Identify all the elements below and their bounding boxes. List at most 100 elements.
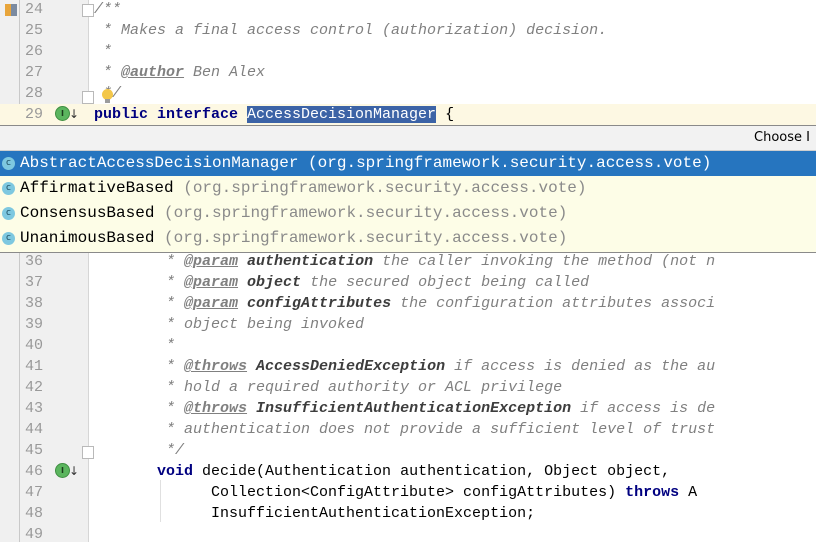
code-token: AccessDeniedException — [256, 358, 446, 375]
class-icon: c — [2, 182, 15, 195]
class-name: AbstractAccessDecisionManager — [20, 154, 299, 172]
code-line[interactable]: 39 * object being invoked — [0, 314, 816, 335]
javadoc-tag: @author — [121, 64, 185, 81]
lightbulb-icon[interactable] — [102, 89, 113, 103]
line-number: 40 — [25, 337, 44, 354]
package-name: (org.springframework.security.access.vot… — [173, 179, 587, 197]
popup-item-label: AbstractAccessDecisionManager (org.sprin… — [20, 151, 711, 176]
popup-title: Choose I — [754, 130, 810, 145]
implemented-marker-icon[interactable]: I — [55, 106, 70, 121]
code-token: the caller invoking the method (not n — [373, 253, 716, 270]
code-token: A — [679, 484, 698, 501]
code-token: authentication — [247, 253, 374, 270]
popup-header: Choose I — [0, 126, 816, 151]
code-token: * — [94, 337, 176, 354]
class-icon: c — [2, 232, 15, 245]
code-text: * authentication does not provide a suff… — [94, 419, 715, 440]
code-token: the secured object being called — [301, 274, 590, 291]
code-line[interactable]: 36 * @param authentication the caller in… — [0, 251, 816, 272]
code-token: Collection<ConfigAttribute> configAttrib… — [94, 484, 626, 501]
keyword: void — [157, 463, 194, 480]
code-token: * authentication does not provide a suff… — [94, 421, 716, 438]
code-line[interactable]: 47 Collection<ConfigAttribute> configAtt… — [0, 482, 816, 503]
javadoc-tag: @throws — [184, 358, 248, 375]
indent-guide — [160, 480, 161, 522]
code-token: * — [94, 64, 122, 81]
line-number: 43 — [25, 400, 44, 417]
code-text: * Makes a final access control (authoriz… — [94, 20, 607, 41]
popup-item-label: UnanimousBased (org.springframework.secu… — [20, 226, 567, 251]
code-token: InsufficientAuthenticationException — [256, 400, 572, 417]
code-token: */ — [94, 442, 185, 459]
code-token: * — [94, 274, 185, 291]
code-text: * object being invoked — [94, 314, 364, 335]
code-token: /** — [94, 1, 122, 18]
popup-item[interactable]: c UnanimousBased (org.springframework.sec… — [0, 226, 816, 251]
class-icon: c — [2, 207, 15, 220]
code-text: * hold a required authority or ACL privi… — [94, 377, 562, 398]
code-text: * — [94, 41, 112, 62]
code-line[interactable]: 24 /** — [0, 0, 816, 20]
keyword: throws — [625, 484, 680, 501]
line-number: 42 — [25, 379, 44, 396]
popup-item[interactable]: c AffirmativeBased (org.springframework.s… — [0, 176, 816, 201]
code-token: * — [94, 253, 185, 270]
code-line[interactable]: 25 * Makes a final access control (autho… — [0, 20, 816, 41]
fold-marker-icon[interactable] — [82, 446, 94, 459]
code-line[interactable]: 46 void decide(Authentication authentica… — [0, 461, 816, 482]
class-name: UnanimousBased — [20, 229, 155, 247]
line-number: 39 — [25, 316, 44, 333]
code-text: public interface AccessDecisionManager { — [94, 104, 454, 125]
keyword: public interface — [94, 106, 248, 123]
code-text: * — [94, 335, 175, 356]
line-number: 41 — [25, 358, 44, 375]
code-text: * @param configAttributes the configurat… — [94, 293, 715, 314]
code-line[interactable]: 43 * @throws InsufficientAuthenticationE… — [0, 398, 816, 419]
line-number: 25 — [25, 22, 44, 39]
implemented-marker-icon[interactable]: I — [55, 463, 70, 478]
code-token: { — [436, 106, 455, 123]
code-token: * — [94, 358, 185, 375]
line-number: 38 — [25, 295, 44, 312]
code-line[interactable]: 28 */ — [0, 83, 816, 104]
line-number: 24 — [25, 1, 44, 18]
class-name: ConsensusBased — [20, 204, 155, 222]
fold-marker-icon[interactable] — [82, 4, 94, 17]
code-line[interactable]: 38 * @param configAttributes the configu… — [0, 293, 816, 314]
code-line[interactable]: 29 public interface AccessDecisionManager… — [0, 104, 816, 125]
fold-marker-icon[interactable] — [82, 91, 94, 104]
code-token: decide(Authentication authentication, Ob… — [193, 463, 671, 480]
code-line[interactable]: 26 * — [0, 41, 816, 62]
code-line[interactable]: 37 * @param object the secured object be… — [0, 272, 816, 293]
code-line[interactable]: 27 * @author Ben Alex — [0, 62, 816, 83]
arrow-down-icon[interactable]: ↓ — [69, 108, 79, 120]
popup-item[interactable]: c AbstractAccessDecisionManager (org.spri… — [0, 151, 816, 176]
code-text: * @author Ben Alex — [94, 62, 265, 83]
arrow-down-icon[interactable]: ↓ — [69, 465, 79, 477]
code-line[interactable]: 48 InsufficientAuthenticationException; — [0, 503, 816, 524]
line-number: 45 — [25, 442, 44, 459]
javadoc-tag: @param — [184, 274, 239, 291]
code-line[interactable]: 41 * @throws AccessDeniedException if ac… — [0, 356, 816, 377]
line-number: 36 — [25, 253, 44, 270]
code-line[interactable]: 44 * authentication does not provide a s… — [0, 419, 816, 440]
code-token: * Makes a final access control (authoriz… — [94, 22, 608, 39]
code-line[interactable]: 42 * hold a required authority or ACL pr… — [0, 377, 816, 398]
line-number: 44 — [25, 421, 44, 438]
javadoc-tag: @param — [184, 295, 239, 312]
code-text: * @param object the secured object being… — [94, 272, 589, 293]
code-token: * hold a required authority or ACL privi… — [94, 379, 563, 396]
class-icon: c — [2, 157, 15, 170]
code-line[interactable]: 45 */ — [0, 440, 816, 461]
code-token: Ben Alex — [184, 64, 266, 81]
code-text: void decide(Authentication authenticatio… — [94, 461, 670, 482]
selected-identifier: AccessDecisionManager — [247, 106, 437, 123]
code-line[interactable]: 40 * — [0, 335, 816, 356]
popup-item[interactable]: c ConsensusBased (org.springframework.sec… — [0, 201, 816, 226]
package-name: (org.springframework.security.access.vot… — [298, 154, 712, 172]
